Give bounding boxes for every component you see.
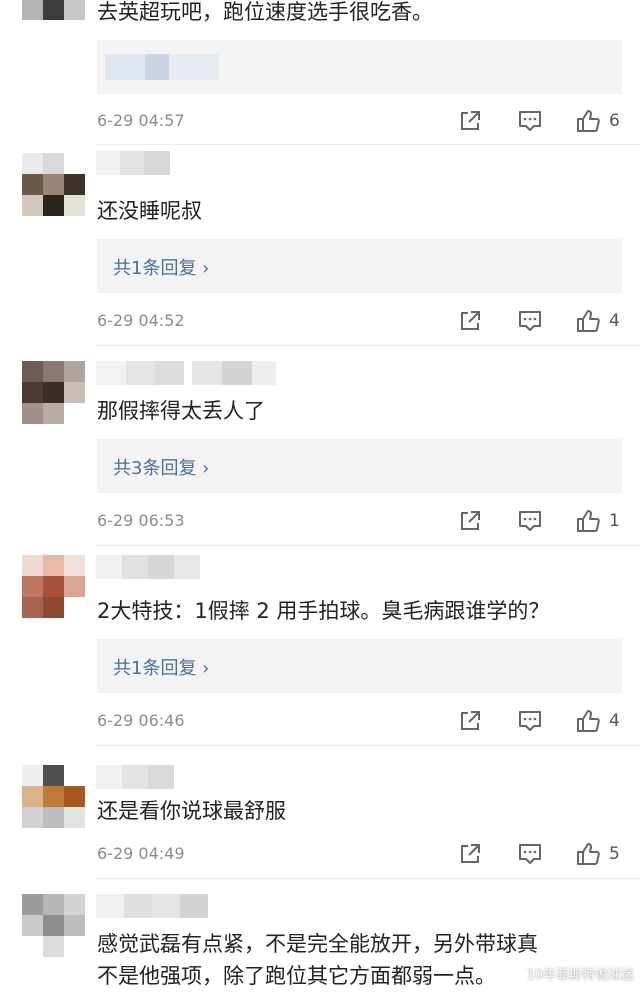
like-count: 1 [609,511,620,531]
quoted-reply-box[interactable] [97,40,622,94]
timestamp: 6-29 04:49 [97,844,185,863]
comment-text-line-2: 不是他强项，除了跑位其它方面都弱一点。 [97,964,496,988]
avatar[interactable] [22,361,86,425]
share-icon[interactable] [457,508,483,534]
like-count: 5 [609,844,620,864]
comment-item: 那假摔得太丢人了 共3条回复 › 6-29 06:53 1 [0,345,640,546]
thumbs-up-icon[interactable] [575,841,601,867]
timestamp: 6-29 04:52 [97,311,185,330]
thumbs-up-icon[interactable] [575,508,601,534]
share-icon[interactable] [457,841,483,867]
comment-icon[interactable] [517,308,543,334]
comment-item: 还是看你说球最舒服 6-29 04:49 5 [0,745,640,879]
comment-icon[interactable] [517,841,543,867]
comment-icon[interactable] [517,708,543,734]
reply-count-link[interactable]: 共1条回复 › [113,254,209,280]
comment-text: 还没睡呢叔 [97,199,202,223]
avatar[interactable] [22,0,86,24]
like-count: 4 [609,711,620,731]
comment-text: 去英超玩吧，跑位速度选手很吃香。 [97,0,433,24]
avatar[interactable] [22,765,86,829]
reply-count-link[interactable]: 共1条回复 › [113,654,209,680]
timestamp: 6-29 06:53 [97,511,185,530]
timestamp: 6-29 04:57 [97,111,185,130]
share-icon[interactable] [457,108,483,134]
thumbs-up-icon[interactable] [575,108,601,134]
comment-footer: 6-29 04:57 6 [97,108,622,136]
comment-footer: 6-29 06:53 1 [97,508,622,536]
comment-text: 还是看你说球最舒服 [97,799,286,823]
watermark: 10年菲斯特说球迷 [526,968,634,983]
timestamp: 6-29 06:46 [97,711,185,730]
comment-text: 那假摔得太丢人了 [97,399,265,423]
thumbs-up-icon[interactable] [575,308,601,334]
like-count: 6 [609,111,620,131]
comment-footer: 6-29 06:46 4 [97,708,622,736]
comment-item: 还没睡呢叔 共1条回复 › 6-29 04:52 4 [0,145,640,346]
comment-text-line-1: 感觉武磊有点紧，不是完全能放开，另外带球真 [97,932,538,956]
share-icon[interactable] [457,308,483,334]
comment-text: 2大特技：1假摔 2 用手拍球。臭毛病跟谁学的？ [97,599,550,623]
reply-thread-link[interactable]: 共3条回复 › [97,439,622,493]
comment-item: 2大特技：1假摔 2 用手拍球。臭毛病跟谁学的？ 共1条回复 › 6-29 06… [0,545,640,746]
reply-count-link[interactable]: 共3条回复 › [113,454,209,480]
avatar[interactable] [22,555,86,619]
reply-thread-link[interactable]: 共1条回复 › [97,639,622,693]
reply-thread-link[interactable]: 共1条回复 › [97,239,622,293]
share-icon[interactable] [457,708,483,734]
comment-item: 去英超玩吧，跑位速度选手很吃香。 6-29 04:57 6 [0,0,640,145]
comment-footer: 6-29 04:49 5 [97,841,622,869]
comment-icon[interactable] [517,508,543,534]
like-count: 4 [609,311,620,331]
avatar[interactable] [22,153,86,217]
comment-footer: 6-29 04:52 4 [97,308,622,336]
comment-icon[interactable] [517,108,543,134]
avatar[interactable] [22,894,86,958]
thumbs-up-icon[interactable] [575,708,601,734]
